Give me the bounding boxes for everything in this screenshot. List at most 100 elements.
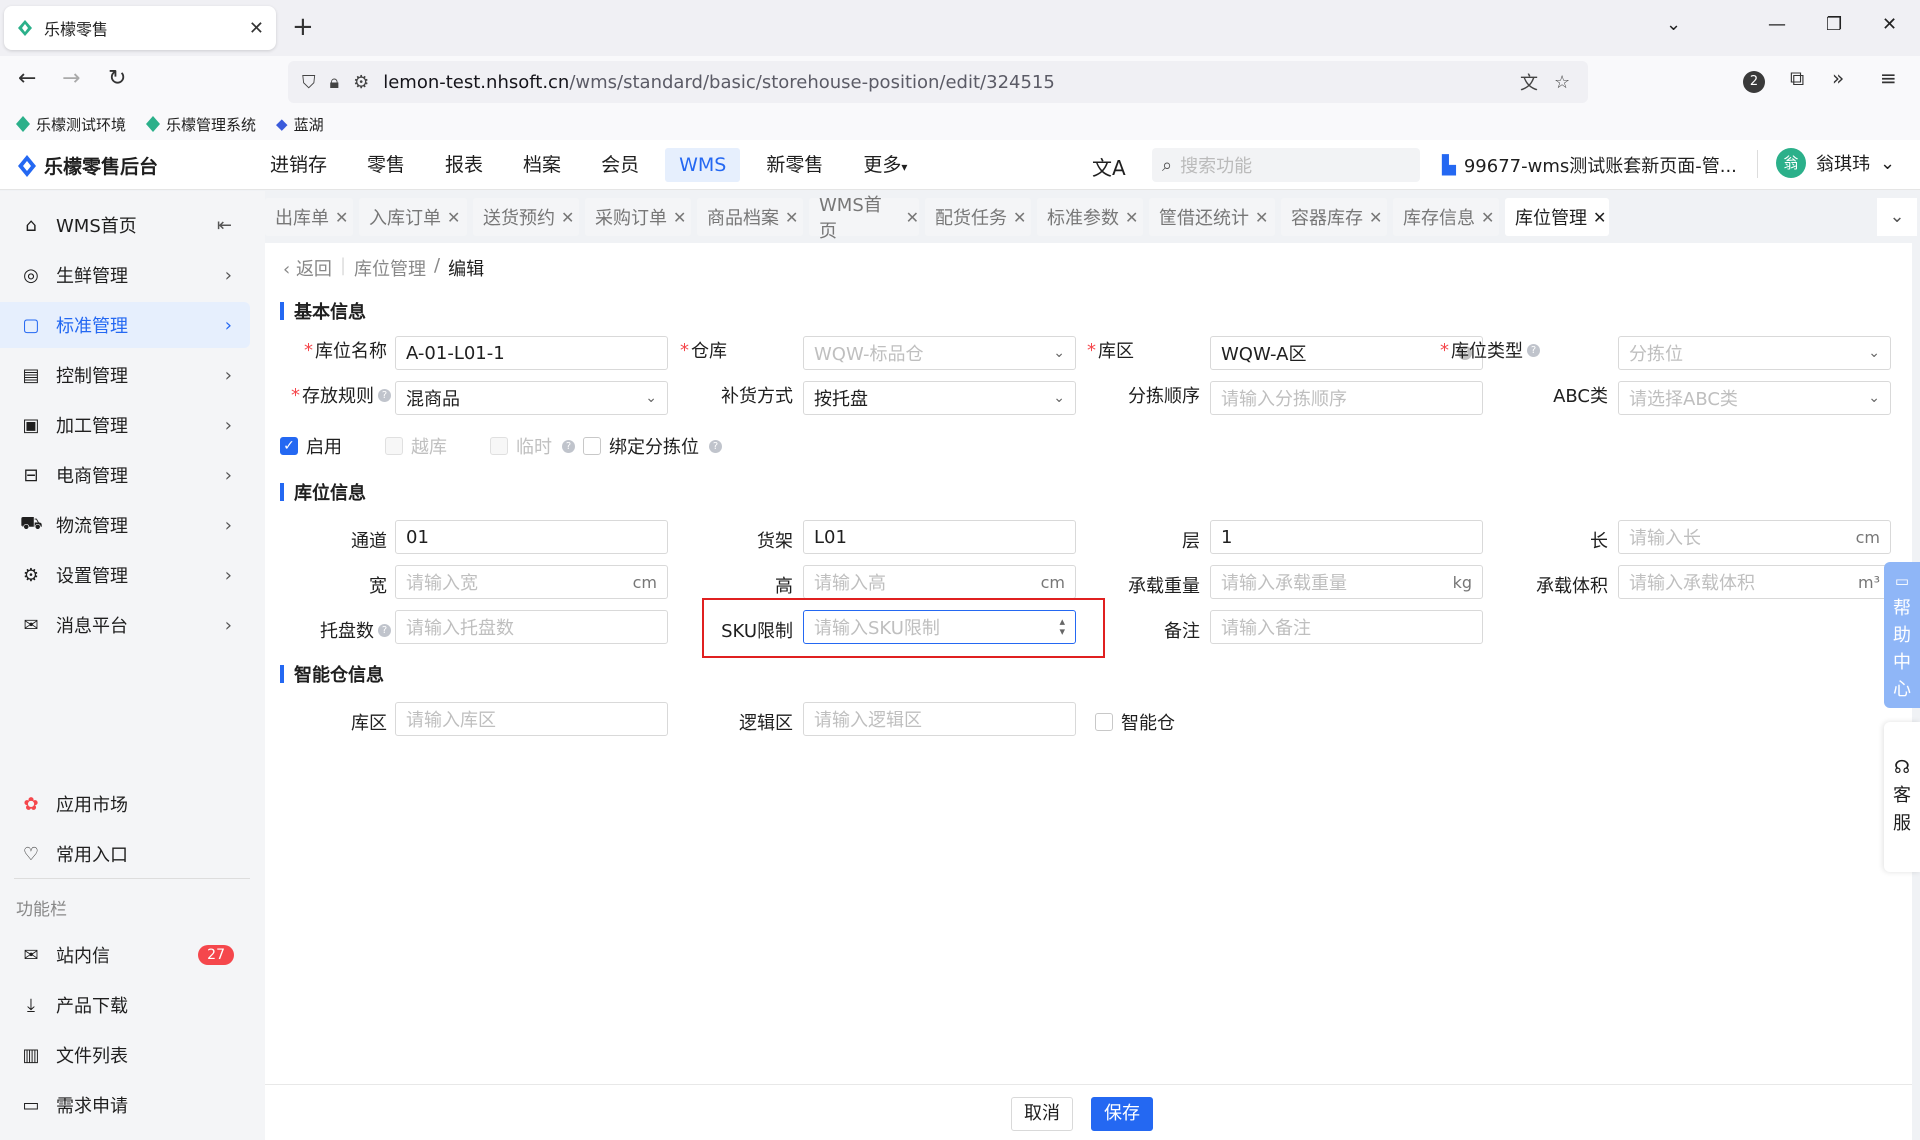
temporary-checkbox[interactable]: 临时? xyxy=(490,433,575,459)
smart-warehouse-checkbox[interactable]: 智能仓 xyxy=(1095,709,1175,735)
bookmark-item[interactable]: ◆ 蓝湖 xyxy=(276,114,324,135)
function-search[interactable]: ⌕ 搜索功能 xyxy=(1152,148,1420,182)
collapse-sidebar-icon[interactable]: ⇤ xyxy=(217,215,232,236)
sidebar-request[interactable]: ▭ 需求申请 xyxy=(0,1082,250,1128)
browser-tab[interactable]: 乐檬零售 ✕ xyxy=(4,6,276,50)
shield-icon[interactable]: ⛉ xyxy=(302,72,316,93)
page-tab[interactable]: 出库单 ✕ xyxy=(265,198,353,236)
page-tab[interactable]: 容器库存 ✕ xyxy=(1281,198,1387,236)
sidebar-item-fresh[interactable]: ◎ 生鲜管理 › xyxy=(0,252,250,298)
nav-jxc[interactable]: 进销存 xyxy=(256,148,341,182)
close-icon[interactable]: ✕ xyxy=(1013,208,1026,227)
back-link[interactable]: ‹ 返回 xyxy=(283,255,332,281)
tab-list-icon[interactable]: ⌄ xyxy=(1666,14,1681,35)
sidebar-item-control[interactable]: ▤ 控制管理 › xyxy=(0,352,250,398)
close-icon[interactable]: ✕ xyxy=(673,208,686,227)
close-tab-icon[interactable]: ✕ xyxy=(249,18,264,39)
length-input[interactable]: 请输入长 cm xyxy=(1618,520,1891,554)
page-tab[interactable]: 采购订单 ✕ xyxy=(585,198,691,236)
menu-icon[interactable]: ≡ xyxy=(1880,66,1897,90)
close-icon[interactable]: ✕ xyxy=(335,208,348,227)
close-icon[interactable]: ✕ xyxy=(906,208,919,227)
volume-input[interactable]: 请输入承载体积 m³ xyxy=(1618,565,1891,599)
tenant-selector[interactable]: ▙ 99677-wms测试账套新页面-管... xyxy=(1442,152,1737,178)
reload-icon[interactable]: ↻ xyxy=(108,66,126,91)
customer-service-tab[interactable]: ☊ 客 服 xyxy=(1884,722,1920,872)
url-bar[interactable]: ⛉ 🔒︎ ⚙ lemon-test.nhsoft.cn/wms/standard… xyxy=(288,61,1588,103)
back-arrow-icon[interactable]: ← xyxy=(18,66,36,91)
bookmark-star-icon[interactable]: ☆ xyxy=(1554,72,1570,93)
close-icon[interactable]: ✕ xyxy=(561,208,574,227)
divider xyxy=(14,878,250,879)
sidebar-item-ecommerce[interactable]: ⊟ 电商管理 › xyxy=(0,452,250,498)
page-tab[interactable]: WMS首页 ✕ xyxy=(809,195,919,242)
cross-dock-checkbox[interactable]: 越库 xyxy=(385,433,447,459)
lock-icon[interactable]: 🔒︎ xyxy=(330,72,340,93)
page-tab[interactable]: 筐借还统计 ✕ xyxy=(1149,198,1275,236)
extensions-icon[interactable]: ⧉ xyxy=(1790,66,1804,90)
close-icon[interactable]: ✕ xyxy=(785,208,798,227)
abc-select[interactable]: 请选择ABC类 ⌄ xyxy=(1618,381,1891,415)
sidebar-inbox[interactable]: ✉ 站内信 27 xyxy=(0,932,250,978)
sidebar-item-logistics[interactable]: ⛟ 物流管理 › xyxy=(0,502,250,548)
sidebar-app-market[interactable]: ✿ 应用市场 xyxy=(0,781,250,827)
save-button[interactable]: 保存 xyxy=(1091,1097,1153,1131)
lemon-logo-icon xyxy=(16,116,30,132)
remark-input[interactable]: 请输入备注 xyxy=(1210,610,1483,644)
minimize-button[interactable]: — xyxy=(1768,14,1786,35)
close-icon[interactable]: ✕ xyxy=(1369,208,1382,227)
overflow-icon[interactable]: » xyxy=(1832,66,1844,90)
position-name-label: * 库位名称 xyxy=(304,339,387,363)
close-icon[interactable]: ✕ xyxy=(1125,208,1138,227)
sidebar-item-process[interactable]: ▣ 加工管理 › xyxy=(0,402,250,448)
nav-new-retail[interactable]: 新零售 xyxy=(752,148,837,182)
nav-wms[interactable]: WMS xyxy=(665,148,741,182)
enable-checkbox[interactable]: ✓ 启用 xyxy=(280,433,342,459)
nav-archive[interactable]: 档案 xyxy=(509,148,575,182)
url-text[interactable]: lemon-test.nhsoft.cn/wms/standard/basic/… xyxy=(383,72,1055,93)
nav-report[interactable]: 报表 xyxy=(431,148,497,182)
page-tab[interactable]: 商品档案 ✕ xyxy=(697,198,803,236)
nav-more[interactable]: 更多▾ xyxy=(849,148,921,182)
sidebar-files[interactable]: ▥ 文件列表 xyxy=(0,1032,250,1078)
sidebar-item-wms-home[interactable]: ⌂ WMS首页 ⇤ xyxy=(0,202,250,248)
nav-retail[interactable]: 零售 xyxy=(353,148,419,182)
position-type-select[interactable]: 分拣位 ⌄ xyxy=(1618,336,1891,370)
sidebar-item-message[interactable]: ✉ 消息平台 › xyxy=(0,602,250,648)
bind-pick-checkbox[interactable]: 绑定分拣位? xyxy=(583,433,722,459)
logic-zone-input[interactable]: 请输入逻辑区 xyxy=(803,702,1076,736)
cancel-button[interactable]: 取消 xyxy=(1011,1097,1073,1131)
bookmark-item[interactable]: 乐檬管理系统 xyxy=(146,114,256,135)
page-tab-active[interactable]: 库位管理 ✕ xyxy=(1505,198,1609,236)
page-tab[interactable]: 库存信息 ✕ xyxy=(1393,198,1499,236)
pick-order-label: 分拣顺序 xyxy=(1128,386,1200,407)
help-center-tab[interactable]: ▭ 帮 助 中 心 xyxy=(1884,562,1920,708)
extension-badge[interactable]: 2 xyxy=(1743,71,1765,93)
site-settings-icon[interactable]: ⚙ xyxy=(353,72,369,93)
translate-icon[interactable]: 文 xyxy=(1520,69,1538,95)
close-icon[interactable]: ✕ xyxy=(1593,208,1606,227)
page-tab[interactable]: 送货预约 ✕ xyxy=(473,198,579,236)
page-tab[interactable]: 入库订单 ✕ xyxy=(359,198,467,236)
breadcrumb-parent[interactable]: 库位管理 xyxy=(354,255,426,281)
app-logo[interactable]: 乐檬零售后台 xyxy=(18,152,158,179)
sidebar-item-standard[interactable]: ▢ 标准管理 › xyxy=(0,302,250,348)
close-window-button[interactable]: ✕ xyxy=(1882,14,1897,35)
user-menu[interactable]: 翁 翁琪玮 ⌄ xyxy=(1776,148,1895,178)
translate-icon[interactable]: 文A xyxy=(1092,152,1126,181)
nav-member[interactable]: 会员 xyxy=(587,148,653,182)
bookmark-item[interactable]: 乐檬测试环境 xyxy=(16,114,126,135)
tabs-more-chevron-icon[interactable]: ⌄ xyxy=(1877,198,1917,236)
close-icon[interactable]: ✕ xyxy=(447,208,460,227)
sidebar-download[interactable]: ⤓ 产品下载 xyxy=(0,982,250,1028)
sidebar-common-entry[interactable]: ♡ 常用入口 xyxy=(0,831,250,877)
new-tab-button[interactable]: + xyxy=(292,12,314,42)
restore-button[interactable]: ❐ xyxy=(1826,14,1842,35)
close-icon[interactable]: ✕ xyxy=(1255,208,1268,227)
page-tab[interactable]: 标准参数 ✕ xyxy=(1037,198,1143,236)
close-icon[interactable]: ✕ xyxy=(1481,208,1494,227)
chevron-right-icon: › xyxy=(224,614,232,636)
forward-arrow-icon[interactable]: → xyxy=(62,66,80,91)
sidebar-item-settings[interactable]: ⚙ 设置管理 › xyxy=(0,552,250,598)
page-tab[interactable]: 配货任务 ✕ xyxy=(925,198,1031,236)
